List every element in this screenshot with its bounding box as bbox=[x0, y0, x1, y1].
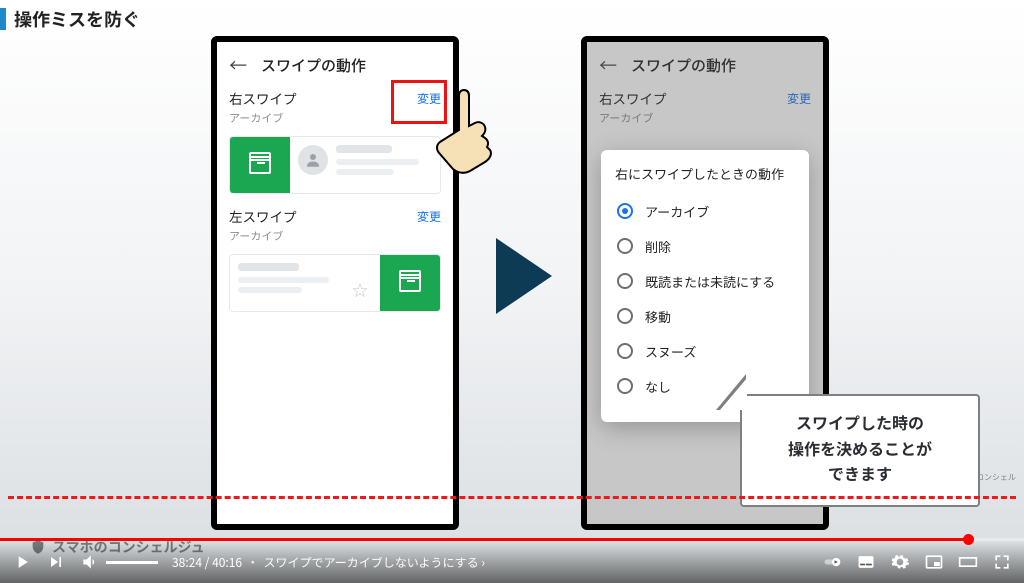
right-swipe-sub: アーカイブ bbox=[229, 110, 297, 126]
time-total: 40:16 bbox=[212, 554, 242, 571]
captions-button[interactable] bbox=[856, 552, 876, 572]
chapter-separator: ・ bbox=[247, 554, 259, 571]
video-frame: 操作ミスを防ぐ ← スワイプの動作 右スワイプ アーカイブ 変更 bbox=[0, 0, 1024, 583]
settings-button[interactable] bbox=[890, 552, 910, 572]
left-swipe-sub: アーカイブ bbox=[229, 228, 297, 244]
right-swipe-change-link[interactable]: 変更 bbox=[787, 90, 811, 107]
radio-icon bbox=[617, 273, 633, 289]
star-icon: ☆ bbox=[352, 277, 368, 301]
play-button[interactable] bbox=[12, 552, 32, 572]
left-swipe-change-link[interactable]: 変更 bbox=[417, 208, 441, 225]
miniplayer-button[interactable] bbox=[924, 552, 944, 572]
fullscreen-button[interactable] bbox=[992, 552, 1012, 572]
radio-icon bbox=[617, 378, 633, 394]
section-right-swipe: 右スワイプ アーカイブ 変更 bbox=[217, 88, 453, 206]
radio-label: 既読または未読にする bbox=[645, 272, 775, 291]
radio-option[interactable]: アーカイブ bbox=[615, 194, 795, 229]
radio-option[interactable]: スヌーズ bbox=[615, 334, 795, 369]
right-swipe-sub: アーカイブ bbox=[599, 110, 667, 126]
bubble-line: スワイプした時の bbox=[752, 410, 968, 436]
video-controls: 38:24 / 40:16 ・ スワイプでアーカイブしないようにする › bbox=[0, 541, 1024, 583]
chapter-title[interactable]: スワイプでアーカイブしないようにする bbox=[263, 554, 478, 571]
chevron-right-icon[interactable]: › bbox=[481, 554, 485, 571]
bubble-line: できます bbox=[752, 461, 968, 487]
forward-arrow-icon bbox=[496, 238, 552, 314]
radio-option[interactable]: 削除 bbox=[615, 229, 795, 264]
radio-label: アーカイブ bbox=[645, 202, 709, 221]
volume-slider[interactable] bbox=[106, 561, 158, 564]
back-arrow-icon[interactable]: ← bbox=[599, 52, 617, 78]
time-current: 38:24 bbox=[172, 554, 202, 571]
right-swipe-change-link[interactable]: 変更 bbox=[417, 90, 441, 107]
title-accent-bar bbox=[0, 8, 6, 30]
theater-button[interactable] bbox=[958, 552, 978, 572]
radio-icon bbox=[617, 238, 633, 254]
left-swipe-example: ☆ bbox=[229, 254, 441, 312]
volume-control[interactable] bbox=[80, 552, 158, 572]
section-right-swipe-bg: 右スワイプ アーカイブ 変更 bbox=[587, 88, 823, 138]
next-button[interactable] bbox=[46, 552, 66, 572]
archive-icon bbox=[249, 156, 271, 174]
dialog-title: 右にスワイプしたときの動作 bbox=[615, 164, 795, 184]
autoplay-toggle[interactable] bbox=[822, 552, 842, 572]
progress-bar[interactable] bbox=[0, 538, 1024, 541]
swipe-action-dialog: 右にスワイプしたときの動作 アーカイブ 削除 既読または未読にする 移動 スヌー… bbox=[601, 150, 809, 422]
red-dashed-guideline bbox=[8, 496, 1016, 499]
avatar-icon bbox=[298, 145, 328, 175]
radio-icon bbox=[617, 343, 633, 359]
radio-option[interactable]: 移動 bbox=[615, 299, 795, 334]
left-swipe-title: 左スワイプ bbox=[229, 206, 297, 226]
right-swipe-title: 右スワイプ bbox=[229, 88, 297, 108]
phone-header-title: スワイプの動作 bbox=[631, 55, 736, 76]
bubble-line: 操作を決めることが bbox=[752, 436, 968, 462]
phone-header-title: スワイプの動作 bbox=[261, 55, 366, 76]
placeholder-lines bbox=[336, 145, 432, 175]
radio-icon bbox=[617, 308, 633, 324]
page-title: 操作ミスを防ぐ bbox=[14, 6, 140, 32]
progress-played bbox=[0, 538, 968, 541]
radio-label: スヌーズ bbox=[645, 342, 696, 361]
speech-bubble: スワイプした時の 操作を決めることが できます bbox=[740, 394, 980, 507]
archive-panel bbox=[230, 137, 290, 193]
archive-panel bbox=[380, 255, 440, 311]
archive-icon bbox=[399, 274, 421, 292]
radio-icon bbox=[617, 203, 633, 219]
volume-icon[interactable] bbox=[80, 552, 100, 572]
radio-label: 移動 bbox=[645, 307, 671, 326]
right-swipe-example bbox=[229, 136, 441, 194]
radio-label: 削除 bbox=[645, 237, 671, 256]
slide-title-wrap: 操作ミスを防ぐ bbox=[0, 6, 140, 32]
phone-header: ← スワイプの動作 bbox=[587, 42, 823, 88]
radio-option[interactable]: 既読または未読にする bbox=[615, 264, 795, 299]
radio-label: なし bbox=[645, 377, 671, 396]
back-arrow-icon[interactable]: ← bbox=[229, 52, 247, 78]
section-left-swipe: 左スワイプ アーカイブ 変更 ☆ bbox=[217, 206, 453, 324]
right-swipe-title: 右スワイプ bbox=[599, 88, 667, 108]
time-display: 38:24 / 40:16 ・ スワイプでアーカイブしないようにする › bbox=[172, 554, 485, 571]
phone-header: ← スワイプの動作 bbox=[217, 42, 453, 88]
placeholder-lines bbox=[238, 263, 344, 293]
phone-mock-left: ← スワイプの動作 右スワイプ アーカイブ 変更 bbox=[211, 36, 459, 530]
